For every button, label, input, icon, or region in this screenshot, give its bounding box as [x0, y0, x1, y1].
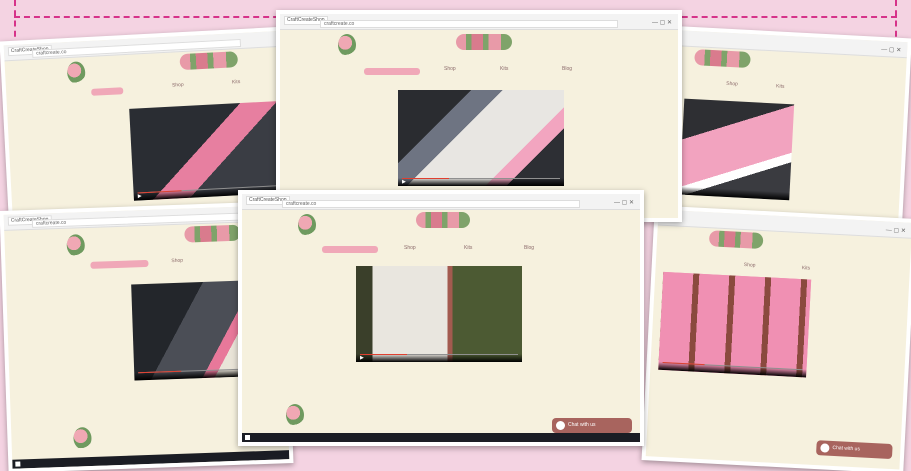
- video-player[interactable]: ▶: [398, 90, 564, 186]
- chat-label: Chat with us: [568, 422, 596, 428]
- video-controls: [398, 178, 564, 186]
- window-controls-icon[interactable]: — ▢ ✕: [614, 199, 634, 206]
- flower-decoration: [73, 426, 92, 450]
- window-controls-icon[interactable]: — ▢ ✕: [881, 46, 901, 54]
- floral-wreath-logo: [694, 49, 751, 69]
- browser-toolbar: CraftCreateShop craftcreate.co — ▢ ✕: [280, 14, 678, 30]
- address-bar[interactable]: craftcreate.co: [320, 20, 618, 28]
- nav-home-button[interactable]: [322, 246, 378, 253]
- nav-shop-link[interactable]: Shop: [404, 245, 416, 251]
- video-player[interactable]: [658, 271, 812, 378]
- nav-blog-link[interactable]: Blog: [524, 245, 534, 251]
- nav-shop-link[interactable]: Shop: [444, 66, 456, 72]
- windows-taskbar: [12, 450, 290, 469]
- screenshot-bottom-right: — ▢ ✕ Shop Kits Chat with us: [641, 205, 911, 471]
- play-icon[interactable]: ▶: [360, 355, 364, 361]
- chat-icon: [820, 443, 830, 453]
- nav-home-button[interactable]: [364, 68, 420, 75]
- chat-label: Chat with us: [832, 444, 861, 453]
- browser-window: — ▢ ✕ Shop Kits: [664, 30, 908, 224]
- nav-shop-link[interactable]: Shop: [171, 258, 183, 264]
- chat-widget-button[interactable]: Chat with us: [816, 440, 893, 460]
- flower-decoration: [338, 34, 356, 56]
- floral-wreath-logo: [416, 212, 470, 228]
- nav-blog-link[interactable]: Blog: [562, 66, 572, 72]
- floral-wreath-logo: [184, 224, 241, 243]
- floral-wreath-logo: [179, 51, 239, 71]
- flower-decoration: [66, 234, 86, 257]
- start-icon[interactable]: [245, 435, 250, 440]
- flower-decoration: [286, 404, 304, 426]
- chat-widget-button[interactable]: Chat with us: [552, 418, 632, 433]
- address-bar[interactable]: craftcreate.co: [282, 200, 580, 208]
- nav-kits-link[interactable]: Kits: [464, 245, 472, 251]
- browser-toolbar: CraftCreateShop craftcreate.co — ▢ ✕: [242, 194, 640, 210]
- play-icon[interactable]: ▶: [402, 179, 406, 185]
- nav-home-button[interactable]: [90, 259, 149, 269]
- nav-kits-link[interactable]: Kits: [776, 83, 785, 89]
- nav-shop-link[interactable]: Shop: [744, 262, 756, 269]
- nav-shop-link[interactable]: Shop: [172, 82, 184, 89]
- browser-window: CraftCreateShop craftcreate.co — ▢ ✕ Sho…: [280, 14, 678, 218]
- video-controls: [658, 361, 807, 378]
- screenshot-top-right: — ▢ ✕ Shop Kits: [660, 25, 911, 229]
- video-player[interactable]: [679, 98, 795, 201]
- video-player[interactable]: ▶: [356, 266, 522, 362]
- window-controls-icon[interactable]: — ▢ ✕: [652, 19, 672, 26]
- video-player[interactable]: ▶: [129, 100, 289, 201]
- floral-wreath-logo: [708, 230, 764, 250]
- floral-wreath-logo: [456, 34, 512, 50]
- start-icon[interactable]: [15, 461, 21, 467]
- browser-window: — ▢ ✕ Shop Kits Chat with us: [645, 209, 911, 470]
- nav-kits-link[interactable]: Kits: [232, 79, 241, 85]
- nav-kits-link[interactable]: Kits: [500, 66, 508, 72]
- video-controls: [679, 186, 790, 201]
- nav-home-button[interactable]: [91, 87, 124, 96]
- chat-icon: [556, 421, 565, 430]
- screenshot-bottom-center: CraftCreateShop craftcreate.co — ▢ ✕ Sho…: [238, 190, 644, 446]
- windows-taskbar: [242, 433, 640, 442]
- nav-kits-link[interactable]: Kits: [802, 265, 811, 271]
- video-controls: [356, 354, 522, 362]
- browser-window: CraftCreateShop craftcreate.co — ▢ ✕ Sho…: [242, 194, 640, 442]
- play-icon[interactable]: ▶: [138, 193, 142, 199]
- flower-decoration: [298, 214, 316, 236]
- browser-toolbar: CraftCreateShop craftcreate.co: [3, 30, 282, 62]
- window-controls-icon[interactable]: — ▢ ✕: [886, 226, 906, 234]
- flower-decoration: [66, 61, 86, 85]
- nav-shop-link[interactable]: Shop: [726, 81, 738, 88]
